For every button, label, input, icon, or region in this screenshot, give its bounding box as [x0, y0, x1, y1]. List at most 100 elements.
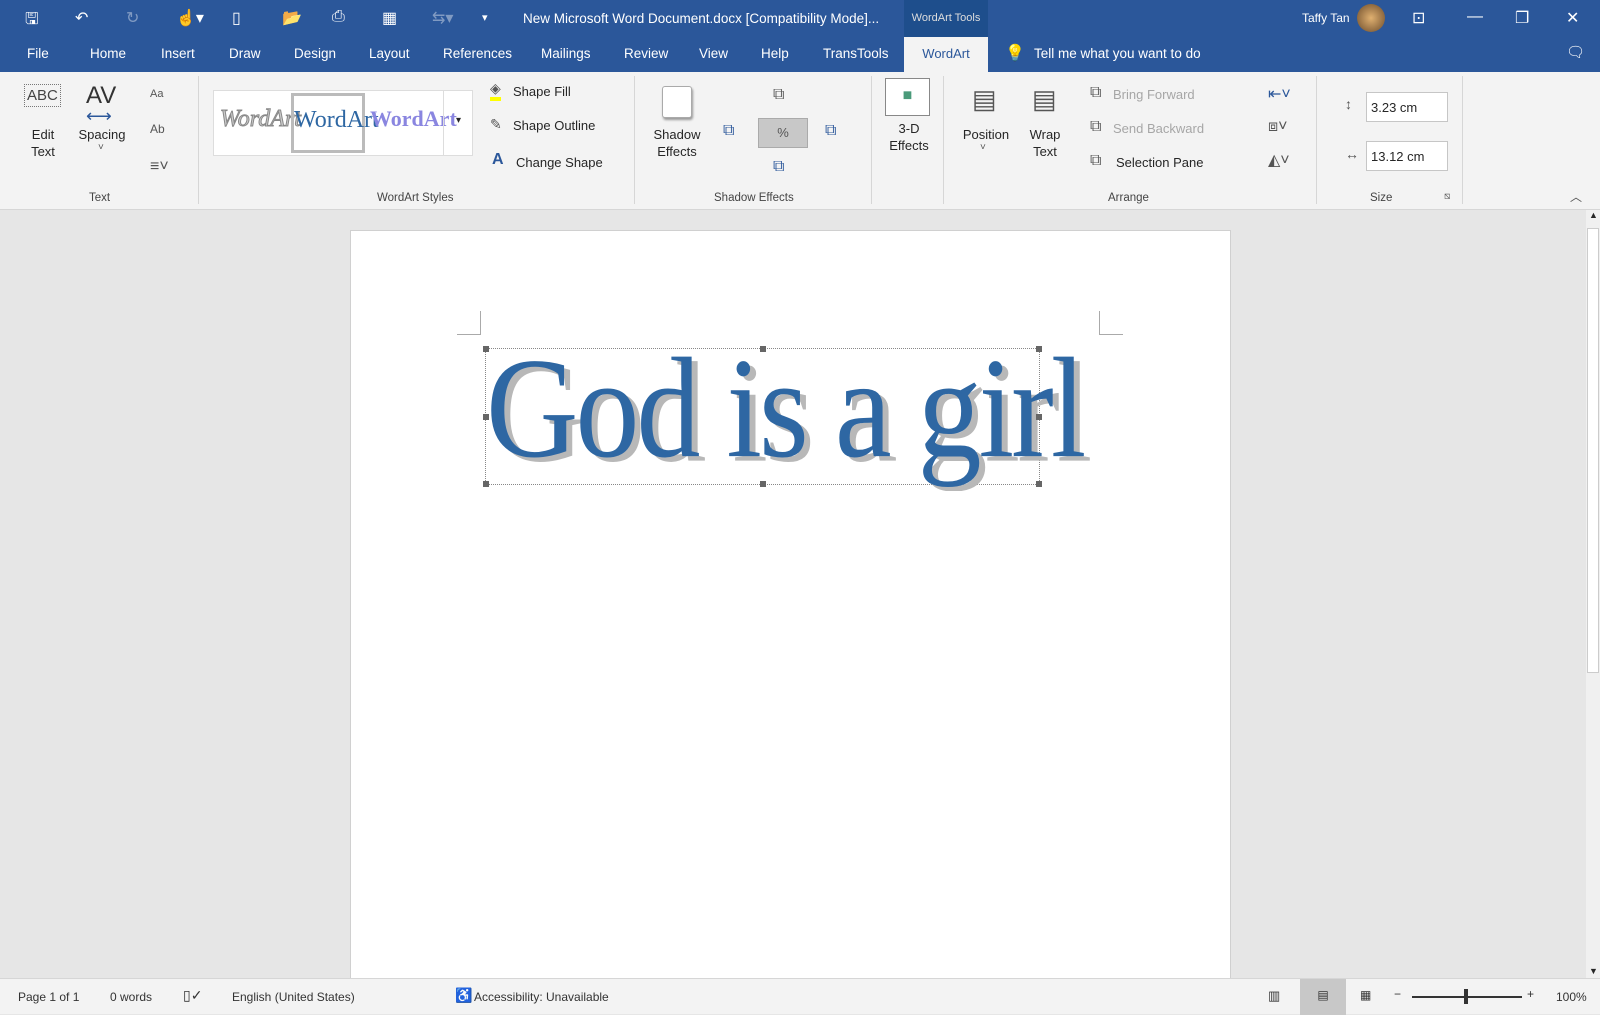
print-icon[interactable]: ⎙ [332, 8, 345, 26]
gallery-more-button[interactable]: ▾ [443, 91, 473, 155]
resize-handle[interactable] [760, 481, 766, 487]
divider [1316, 76, 1317, 204]
wordart-object[interactable]: God is a girl [483, 328, 1086, 487]
vertical-scrollbar[interactable]: ▲ ▼ [1586, 210, 1600, 978]
send-backward-button[interactable]: Send Backward [1113, 120, 1204, 137]
zoom-slider-thumb[interactable] [1464, 989, 1468, 1004]
language[interactable]: English (United States) [232, 990, 355, 1004]
web-layout-icon[interactable]: ▦ [1360, 988, 1371, 1002]
vertical-text-icon[interactable]: Ab [150, 122, 165, 136]
tab-view[interactable]: View [699, 46, 728, 61]
edit-text-icon[interactable]: ABC [24, 84, 61, 107]
bring-forward-icon: ⧉ [1090, 84, 1102, 101]
ribbon-tabs: File Home Insert Draw Design Layout Refe… [0, 37, 1600, 72]
avatar[interactable] [1357, 4, 1385, 32]
nudge-shadow-left-icon[interactable]: ⧉ [723, 122, 734, 140]
width-input[interactable]: 13.12 cm [1366, 141, 1448, 171]
word-count[interactable]: 0 words [110, 990, 152, 1004]
form-icon[interactable]: ▦ [382, 8, 397, 28]
resize-handle[interactable] [483, 414, 489, 420]
nudge-shadow-down-icon[interactable]: ⧉ [773, 158, 784, 176]
shadow-toggle-button[interactable]: % [758, 118, 808, 148]
group-label-arrange: Arrange [1108, 192, 1149, 204]
zoom-in-icon[interactable]: + [1527, 987, 1534, 1001]
read-mode-icon[interactable]: ▥ [1268, 988, 1280, 1004]
tab-transtools[interactable]: TransTools [823, 46, 889, 61]
tab-design[interactable]: Design [294, 46, 336, 61]
tab-wordart[interactable]: WordArt [904, 37, 988, 72]
page-count[interactable]: Page 1 of 1 [18, 990, 79, 1004]
scroll-thumb[interactable] [1587, 228, 1599, 673]
position-button[interactable]: Position [958, 126, 1014, 143]
tab-draw[interactable]: Draw [229, 46, 261, 61]
nudge-shadow-up-icon[interactable]: ⧉ [773, 86, 784, 104]
spacing-button[interactable]: Spacing [74, 126, 130, 143]
group-label-wordart-styles: WordArt Styles [377, 192, 454, 204]
wrap-text-button[interactable]: Wrap Text [1022, 126, 1068, 160]
resize-handle[interactable] [1036, 346, 1042, 352]
tab-insert[interactable]: Insert [161, 46, 195, 61]
ribbon-display-icon[interactable]: ⊡ [1412, 8, 1425, 28]
shape-fill-button[interactable]: Shape Fill [513, 83, 571, 100]
user-name[interactable]: Taffy Tan [1302, 11, 1350, 25]
disabled-command-icon: ⇆▾ [432, 10, 454, 27]
selection-pane-button[interactable]: Selection Pane [1116, 154, 1203, 171]
resize-handle[interactable] [1036, 414, 1042, 420]
change-shape-button[interactable]: Change Shape [516, 154, 603, 171]
print-layout-button[interactable]: ▤ [1300, 979, 1346, 1015]
tab-home[interactable]: Home [90, 46, 126, 61]
minimize-icon[interactable]: — [1467, 8, 1483, 26]
ribbon: ABC Edit Text AV ⟷ Spacing ˅ Aa Ab ≡˅ Te… [0, 72, 1600, 210]
customize-toolbar-icon[interactable]: ▾ [482, 11, 488, 24]
tab-review[interactable]: Review [624, 46, 668, 61]
size-dialog-launcher-icon[interactable]: ⧅ [1444, 191, 1450, 202]
edit-text-button[interactable]: Edit Text [22, 126, 64, 160]
bring-forward-button[interactable]: Bring Forward [1113, 86, 1195, 103]
align-text-icon[interactable]: ≡˅ [150, 158, 169, 176]
rotate-icon[interactable]: ◭˅ [1268, 150, 1290, 170]
group-icon[interactable]: ⧈˅ [1268, 118, 1288, 136]
tell-me-search[interactable]: Tell me what you want to do [1034, 46, 1201, 61]
even-height-icon[interactable]: Aa [150, 88, 163, 100]
wordart-gallery: WordArt WordArt WordArt ▾ [213, 90, 473, 156]
nudge-shadow-right-icon[interactable]: ⧉ [825, 122, 836, 140]
close-icon[interactable]: ✕ [1566, 8, 1579, 28]
wordart-style-1[interactable]: WordArt [220, 106, 302, 133]
tab-file[interactable]: File [27, 46, 49, 61]
save-icon[interactable]: 🖫 [25, 8, 39, 35]
tab-layout[interactable]: Layout [369, 46, 410, 61]
tab-help[interactable]: Help [761, 46, 789, 61]
undo-icon[interactable]: ↶ [75, 8, 88, 28]
shape-fill-icon: ◈ [490, 80, 501, 101]
shape-outline-button[interactable]: Shape Outline [513, 117, 595, 134]
resize-handle[interactable] [1036, 481, 1042, 487]
proofing-icon[interactable]: ▯✓ [183, 987, 202, 1004]
context-tab-group: WordArt Tools [904, 0, 988, 37]
shape-outline-icon: ✎ [490, 116, 502, 132]
scroll-up-icon[interactable]: ▲ [1589, 210, 1598, 220]
resize-handle[interactable] [483, 346, 489, 352]
collapse-ribbon-icon[interactable]: ︿ [1570, 188, 1582, 205]
height-input[interactable]: 3.23 cm [1366, 92, 1448, 122]
resize-handle[interactable] [760, 346, 766, 352]
window-title: New Microsoft Word Document.docx [Compat… [523, 11, 880, 26]
tab-references[interactable]: References [443, 46, 512, 61]
lightbulb-icon: 💡 [1005, 45, 1025, 62]
scroll-down-icon[interactable]: ▼ [1589, 966, 1598, 976]
restore-icon[interactable]: ❐ [1515, 8, 1529, 28]
3d-effects-button[interactable]: 3-D Effects [880, 120, 938, 154]
new-document-icon[interactable]: ▯ [232, 8, 241, 28]
redo-icon[interactable]: ↻ [126, 8, 139, 28]
comments-icon[interactable]: 🗨 [1566, 43, 1585, 61]
zoom-level[interactable]: 100% [1556, 990, 1587, 1004]
resize-handle[interactable] [483, 481, 489, 487]
accessibility-status[interactable]: Accessibility: Unavailable [474, 990, 609, 1004]
touch-mode-icon[interactable]: ☝▾ [176, 8, 204, 28]
wordart-style-2-selected[interactable]: WordArt [291, 93, 379, 153]
shadow-effects-button[interactable]: Shadow Effects [648, 126, 706, 160]
align-icon[interactable]: ⇤˅ [1268, 84, 1291, 104]
group-label-shadow-effects: Shadow Effects [714, 192, 794, 204]
open-icon[interactable]: 📂 [282, 8, 302, 28]
zoom-out-icon[interactable]: − [1394, 987, 1401, 1001]
tab-mailings[interactable]: Mailings [541, 46, 591, 61]
